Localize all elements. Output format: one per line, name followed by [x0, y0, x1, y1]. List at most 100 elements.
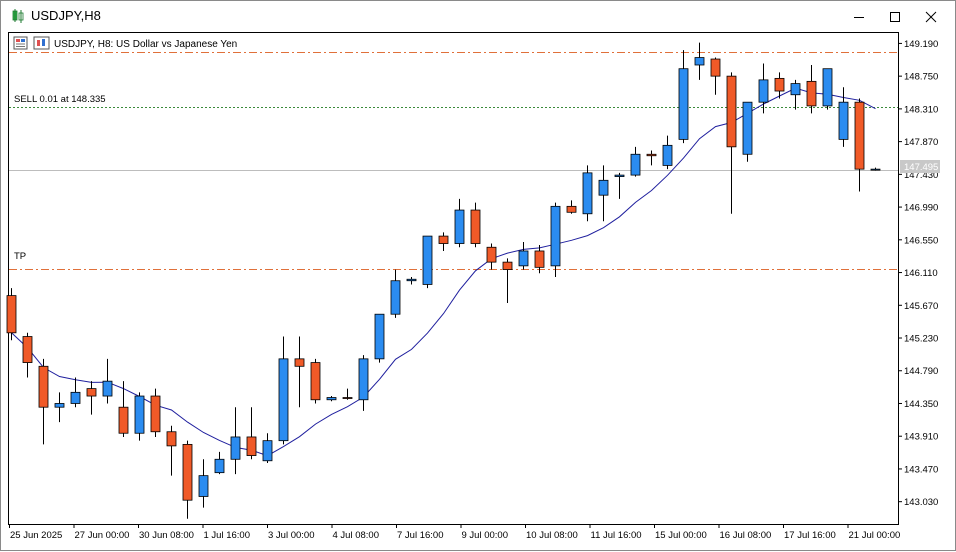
bull-candle-body: [230, 436, 241, 460]
bear-candle-body: [182, 443, 193, 501]
candle: [310, 358, 321, 404]
take-profit-label[interactable]: TP: [14, 251, 26, 262]
bear-candle-body: [22, 336, 33, 363]
close-icon: [925, 11, 937, 22]
time-tick-label: 11 Jul 16:00: [591, 530, 642, 541]
bear-candle-body: [710, 58, 721, 77]
sell-order-label[interactable]: SELL 0.01 at 148.335: [14, 94, 106, 105]
chart-header-text: USDJPY, H8: US Dollar vs Japanese Yen: [54, 39, 237, 50]
bull-candle-body: [758, 79, 769, 103]
bear-candle-body: [38, 365, 49, 408]
bull-candle-body: [374, 313, 385, 360]
time-tick-label: 21 Jul 00:00: [849, 530, 901, 541]
minimize-icon: [854, 16, 864, 18]
bull-candle-body: [598, 179, 609, 196]
minimize-button[interactable]: [841, 1, 877, 32]
bear-candle-body: [566, 205, 577, 213]
one-click-trading-icon[interactable]: [13, 36, 28, 50]
bull-candle-body: [838, 101, 849, 140]
bear-candle-body: [118, 406, 129, 434]
price-tick-label: 146.110: [904, 268, 938, 279]
bull-candle-body: [406, 278, 417, 282]
price-tick-label: 149.190: [904, 39, 938, 50]
price-tick-label: 143.470: [904, 464, 938, 475]
bull-candle-body: [662, 144, 673, 166]
bull-candle-body: [870, 168, 881, 171]
price-tick-label: 144.790: [904, 366, 938, 377]
bear-candle-body: [6, 295, 17, 334]
bear-candle-body: [294, 358, 305, 367]
bear-candle-body: [854, 101, 865, 170]
plot-frame: [8, 32, 899, 525]
bull-candle-body: [358, 358, 369, 401]
candle: [374, 313, 385, 363]
bull-candle-body: [742, 101, 753, 155]
bear-candle-body: [534, 250, 545, 268]
symbol-chart-icon: [33, 36, 50, 50]
bear-candle-body: [166, 431, 177, 447]
bull-candle-body: [54, 403, 65, 408]
current-price-tag: 147.495: [900, 160, 940, 173]
bear-candle-body: [342, 397, 353, 399]
candle: [6, 288, 17, 341]
time-tick-label: 16 Jul 08:00: [720, 530, 772, 541]
window-title: USDJPY,H8: [31, 8, 101, 23]
bull-candle-body: [326, 397, 337, 401]
bear-candle-body: [774, 77, 785, 92]
maximize-button[interactable]: [877, 1, 913, 32]
price-tick-label: 146.990: [904, 203, 938, 214]
bull-candle-body: [614, 174, 625, 177]
bull-candle-body: [550, 205, 561, 267]
bull-candle-body: [630, 153, 641, 176]
bear-candle-body: [470, 209, 481, 244]
bull-candle-body: [518, 250, 529, 267]
bear-candle-body: [806, 80, 817, 107]
time-tick-label: 9 Jul 00:00: [462, 530, 508, 541]
bull-candle-body: [422, 235, 433, 285]
title-bar[interactable]: USDJPY,H8: [1, 1, 955, 32]
time-axis: 25 Jun 2025 27 Jun 00:00 30 Jun 08:00 1 Jul…: [9, 524, 901, 541]
candle: [822, 68, 833, 110]
chart-area[interactable]: USDJPY, H8: US Dollar vs Japanese Yen SE…: [1, 32, 956, 552]
time-tick-label: 25 Jun 2025: [10, 530, 62, 541]
price-chart[interactable]: USDJPY, H8: US Dollar vs Japanese Yen SE…: [1, 32, 956, 552]
price-tick-label: 143.910: [904, 432, 938, 443]
candle: [582, 165, 593, 222]
price-tick-label: 145.670: [904, 301, 938, 312]
candle: [150, 388, 161, 437]
bull-candle-body: [390, 280, 401, 315]
bear-candle-body: [246, 436, 257, 456]
bear-candle-body: [726, 75, 737, 148]
close-button[interactable]: [913, 1, 949, 32]
candle: [742, 101, 753, 162]
bear-candle-body: [486, 246, 497, 263]
price-tick-label: 145.230: [904, 334, 938, 345]
bull-candle-body: [454, 209, 465, 244]
time-tick-label: 4 Jul 08:00: [333, 530, 379, 541]
price-tick-label: 148.310: [904, 104, 938, 115]
bull-candle-body: [694, 57, 705, 66]
time-tick-label: 1 Jul 16:00: [204, 530, 250, 541]
bull-candle-body: [790, 83, 801, 96]
bear-candle-body: [438, 235, 449, 244]
price-tick-label: 147.870: [904, 137, 938, 148]
candlestick-app-icon: [12, 9, 24, 23]
candle: [422, 235, 433, 289]
time-tick-label: 7 Jul 16:00: [397, 530, 443, 541]
chart-window: USDJPY,H8 USDJPY, H8: US Dollar vs Japan…: [0, 0, 956, 551]
bull-candle-body: [198, 475, 209, 497]
price-tick-label: 143.030: [904, 497, 938, 508]
bull-candle-body: [70, 391, 81, 404]
time-tick-label: 17 Jul 16:00: [784, 530, 836, 541]
bear-candle-body: [502, 261, 513, 270]
chart-header: USDJPY, H8: US Dollar vs Japanese Yen: [13, 36, 237, 50]
bear-candle-body: [86, 388, 97, 397]
time-tick-label: 27 Jun 00:00: [75, 530, 130, 541]
bull-candle-body: [214, 458, 225, 474]
bear-candle-body: [310, 362, 321, 401]
price-tick-label: 148.750: [904, 72, 938, 83]
bull-candle-body: [134, 395, 145, 434]
bull-candle-body: [822, 68, 833, 107]
time-tick-label: 30 Jun 08:00: [139, 530, 194, 541]
current-price-value: 147.495: [904, 162, 938, 173]
